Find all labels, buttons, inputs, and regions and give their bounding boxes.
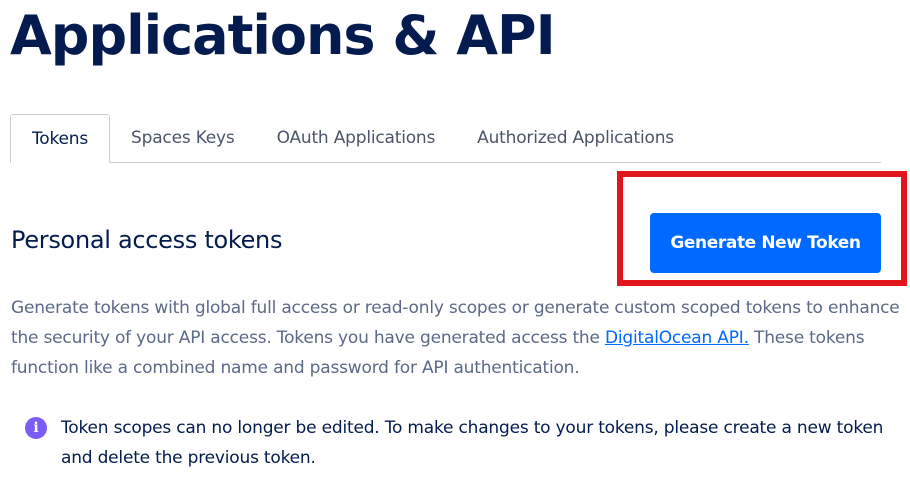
tab-spaces-keys[interactable]: Spaces Keys <box>110 114 256 162</box>
generate-new-token-button[interactable]: Generate New Token <box>650 213 881 273</box>
applications-api-page: Applications & API Tokens Spaces Keys OA… <box>0 0 910 492</box>
notice-text: Token scopes can no longer be edited. To… <box>61 418 884 468</box>
page-title: Applications & API <box>10 4 556 67</box>
token-scopes-notice: i Token scopes can no longer be edited. … <box>25 413 885 473</box>
tab-oauth-applications[interactable]: OAuth Applications <box>256 114 457 162</box>
digitalocean-api-link[interactable]: DigitalOcean API. <box>605 328 749 348</box>
tab-authorized-applications[interactable]: Authorized Applications <box>456 114 695 162</box>
info-icon: i <box>25 417 47 439</box>
tab-tokens[interactable]: Tokens <box>10 114 111 163</box>
section-title: Personal access tokens <box>11 226 283 254</box>
tokens-description: Generate tokens with global full access … <box>11 293 901 383</box>
tab-bar: Tokens Spaces Keys OAuth Applications Au… <box>10 114 881 163</box>
